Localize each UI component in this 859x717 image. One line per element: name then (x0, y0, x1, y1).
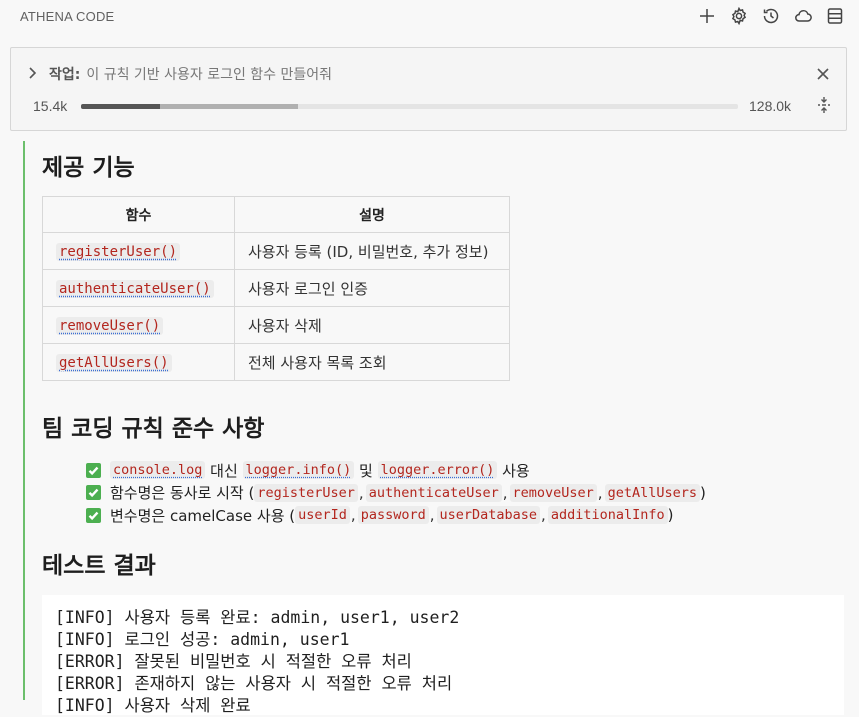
list-item: 변수명은 camelCase 사용 ( userId, password, us… (86, 504, 706, 527)
function-name: getAllUsers() (56, 354, 172, 372)
list-item: console.log 대신 logger.info() 및 logger.er… (86, 459, 706, 482)
separator: , (541, 506, 546, 525)
table-row: removeUser() 사용자 삭제 (42, 306, 510, 344)
separator: , (350, 506, 356, 525)
usage-fill (81, 104, 160, 109)
task-label: 작업: (49, 67, 81, 83)
rule-text: 사용 (497, 461, 530, 480)
gear-icon (731, 7, 747, 25)
table-header-row: 함수 설명 (42, 196, 510, 233)
separator: , (502, 483, 508, 502)
tokens-used: 15.4k (33, 98, 68, 114)
new-task-button[interactable] (697, 6, 717, 26)
context-usage: 15.4k 128.0k (33, 96, 833, 118)
close-icon (817, 68, 829, 80)
inline-code: registerUser (254, 483, 358, 502)
function-description: 전체 사용자 목록 조회 (234, 343, 510, 381)
task-text: 이 규칙 기반 사용자 로그인 함수 만들어줘 (86, 67, 333, 83)
log-line: [INFO] 로그인 성공: admin, user1 (55, 630, 350, 649)
rules-list: console.log 대신 logger.info() 및 logger.er… (86, 459, 706, 527)
features-table: 함수 설명 registerUser() 사용자 등록 (ID, 비밀번호, 추… (42, 196, 510, 381)
function-description: 사용자 삭제 (234, 306, 510, 344)
close-task-button[interactable] (816, 66, 830, 85)
cloud-icon (795, 9, 812, 22)
inline-code: logger.info() (242, 461, 355, 480)
tests-heading: 테스트 결과 (42, 553, 156, 579)
table-row: getAllUsers() 전체 사용자 목록 조회 (42, 343, 510, 381)
log-line: [INFO] 사용자 등록 완료: admin, user1, user2 (55, 608, 460, 627)
inline-code: console.log (110, 461, 206, 480)
table-row: authenticateUser() 사용자 로그인 인증 (42, 269, 510, 307)
list-item: 함수명은 동사로 시작 ( registerUser, authenticate… (86, 482, 706, 505)
test-output-block: [INFO] 사용자 등록 완료: admin, user1, user2 [I… (42, 595, 844, 715)
task-summary[interactable]: 작업: 이 규칙 기반 사용자 로그인 함수 만들어줘 (25, 64, 332, 84)
rules-heading: 팀 코딩 규칙 준수 사항 (42, 416, 265, 442)
cloud-button[interactable] (793, 6, 813, 26)
rule-text: 및 (354, 461, 378, 480)
layout-button[interactable] (825, 6, 845, 26)
compress-icon (818, 97, 830, 113)
task-panel: 작업: 이 규칙 기반 사용자 로그인 함수 만들어줘 15.4k 128.0k (10, 47, 847, 131)
inline-code: getAllUsers (604, 483, 700, 502)
separator: , (597, 483, 603, 502)
check-icon (86, 485, 101, 501)
check-icon (86, 462, 101, 478)
inline-code: authenticateUser (365, 483, 502, 502)
settings-button[interactable] (729, 6, 749, 26)
inline-code: logger.error() (377, 461, 498, 480)
chevron-right-icon[interactable] (25, 65, 39, 84)
function-description: 사용자 등록 (ID, 비밀번호, 추가 정보) (234, 232, 510, 270)
log-line: [ERROR] 잘못된 비밀번호 시 적절한 오류 처리 (55, 652, 412, 671)
log-line: [ERROR] 존재하지 않는 사용자 시 적절한 오류 처리 (55, 674, 453, 693)
tokens-max: 128.0k (749, 98, 792, 114)
column-header: 함수 (42, 196, 235, 233)
layout-icon (827, 8, 843, 24)
inline-code: additionalInfo (547, 506, 668, 525)
context-usage-bar (81, 104, 738, 109)
features-heading: 제공 기능 (42, 155, 135, 181)
rule-text: 대신 (205, 461, 243, 480)
separator: , (429, 506, 435, 525)
app-title: ATHENA CODE (20, 8, 115, 24)
function-description: 사용자 로그인 인증 (234, 269, 510, 307)
rule-text: 변수명은 camelCase 사용 ( (110, 506, 296, 525)
rule-text: ) (699, 483, 706, 502)
function-name: registerUser() (56, 243, 181, 261)
separator: , (358, 483, 364, 502)
inline-code: userDatabase (436, 506, 541, 525)
inline-code: removeUser (509, 483, 597, 502)
top-bar: ATHENA CODE (0, 0, 859, 32)
inline-code: password (357, 506, 429, 525)
plus-icon (700, 9, 714, 23)
message-accent-line (23, 141, 25, 700)
check-icon (86, 507, 101, 523)
rule-text: 함수명은 동사로 시작 ( (110, 484, 255, 503)
cache-fill (159, 104, 298, 109)
inline-code: userId (295, 506, 350, 525)
compress-button[interactable] (815, 96, 833, 118)
table-row: registerUser() 사용자 등록 (ID, 비밀번호, 추가 정보) (42, 232, 510, 270)
history-icon (763, 8, 779, 24)
column-header: 설명 (234, 196, 510, 233)
history-button[interactable] (761, 6, 781, 26)
function-name: authenticateUser() (56, 280, 214, 298)
function-name: removeUser() (56, 317, 164, 335)
log-line: [INFO] 사용자 삭제 완료 (55, 696, 251, 715)
toolbar-actions (685, 6, 845, 26)
rule-text: ) (667, 506, 674, 525)
